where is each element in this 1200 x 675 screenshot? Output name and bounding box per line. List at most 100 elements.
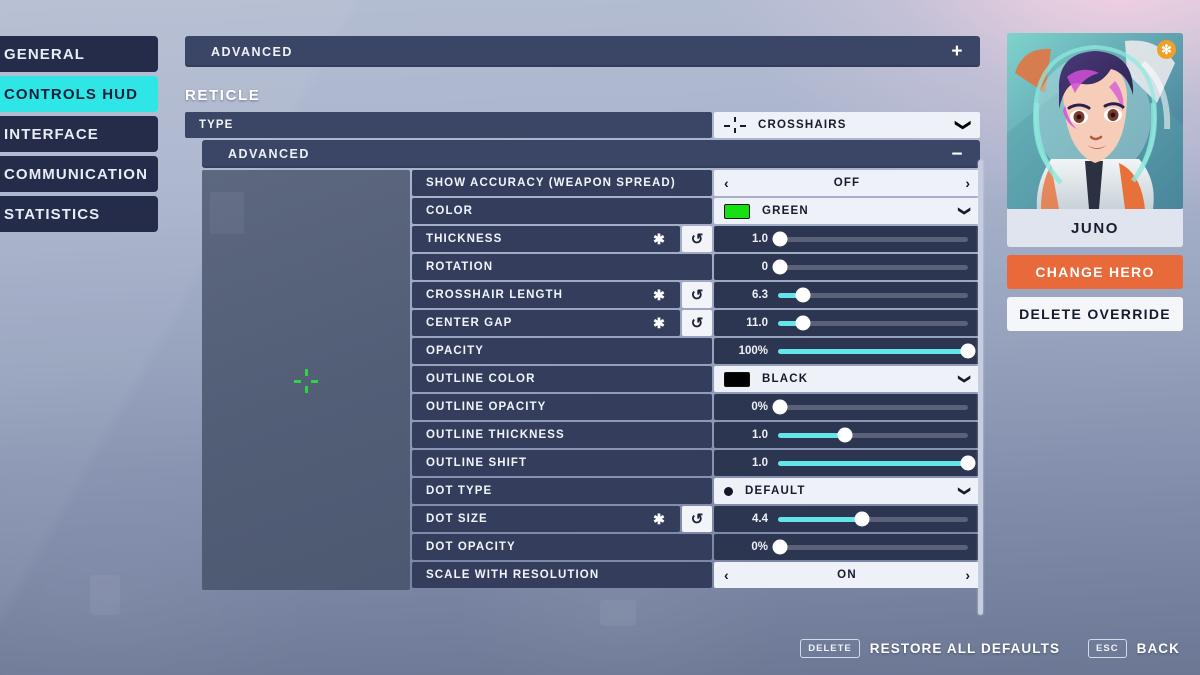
row-dot-size-slider[interactable]: 4.4 bbox=[714, 506, 980, 532]
change-hero-button[interactable]: CHANGE HERO bbox=[1007, 255, 1183, 289]
row-color-dropdown[interactable]: GREEN ❯ bbox=[714, 198, 980, 224]
row-dot-type-dropdown[interactable]: DEFAULT ❯ bbox=[714, 478, 980, 504]
row-show-accuracy-weapon-spread-label: SHOW ACCURACY (WEAPON SPREAD) bbox=[412, 170, 712, 196]
row-outline-shift-slider[interactable]: 1.0 bbox=[714, 450, 980, 476]
row-show-accuracy-weapon-spread-stepper[interactable]: ‹ OFF › bbox=[714, 170, 980, 196]
row-crosshair-length-slider[interactable]: 6.3 bbox=[714, 282, 980, 308]
slider-knob[interactable] bbox=[795, 315, 811, 331]
row-rotation-label: ROTATION bbox=[412, 254, 712, 280]
slider-knob[interactable] bbox=[795, 287, 811, 303]
sidebar-item-communication[interactable]: COMMUNICATION bbox=[0, 156, 158, 192]
sidebar-item-label: STATISTICS bbox=[4, 205, 101, 223]
row-opacity-value: 100% bbox=[738, 345, 768, 357]
row-crosshair-length-value: 6.3 bbox=[752, 289, 768, 301]
sidebar-item-label: INTERFACE bbox=[4, 125, 99, 143]
slider-knob[interactable] bbox=[960, 455, 976, 471]
row-type-value: CROSSHAIRS bbox=[758, 119, 847, 131]
row-label-text: SHOW ACCURACY (WEAPON SPREAD) bbox=[426, 177, 676, 189]
reset-icon[interactable]: ↺ bbox=[682, 506, 712, 532]
slider-knob[interactable] bbox=[772, 399, 788, 415]
slider-knob[interactable] bbox=[960, 343, 976, 359]
slider-track[interactable] bbox=[772, 259, 968, 275]
sidebar-item-general[interactable]: GENERAL bbox=[0, 36, 158, 72]
reset-icon[interactable]: ↺ bbox=[682, 310, 712, 336]
row-crosshair-length[interactable]: CROSSHAIR LENGTH ✱ ↺ 6.3 bbox=[412, 282, 980, 308]
plus-icon[interactable]: + bbox=[951, 42, 964, 61]
scrollbar[interactable] bbox=[978, 160, 983, 615]
row-dot-opacity-slider[interactable]: 0% bbox=[714, 534, 980, 560]
row-rotation-slider[interactable]: 0 bbox=[714, 254, 980, 280]
minus-icon[interactable]: − bbox=[951, 145, 964, 164]
chevron-down-icon[interactable]: ❯ bbox=[958, 374, 972, 384]
row-color[interactable]: COLOR GREEN ❯ bbox=[412, 198, 980, 224]
sidebar-item-interface[interactable]: INTERFACE bbox=[0, 116, 158, 152]
sidebar-item-statistics[interactable]: STATISTICS bbox=[0, 196, 158, 232]
row-thickness[interactable]: THICKNESS ✱ ↺ 1.0 bbox=[412, 226, 980, 252]
slider-track[interactable] bbox=[778, 511, 968, 527]
footer-bar: DELETE RESTORE ALL DEFAULTS ESC BACK bbox=[800, 639, 1180, 658]
slider-knob[interactable] bbox=[772, 231, 788, 247]
sidebar-item-label: COMMUNICATION bbox=[4, 165, 149, 183]
chevron-down-icon[interactable]: ❯ bbox=[958, 486, 972, 496]
slider-knob[interactable] bbox=[837, 427, 852, 443]
row-outline-color-dropdown[interactable]: BLACK ❯ bbox=[714, 366, 980, 392]
slider-track[interactable] bbox=[778, 315, 968, 331]
row-dot-type-label: DOT TYPE bbox=[412, 478, 712, 504]
crosshair-preview bbox=[202, 170, 410, 590]
delete-override-button[interactable]: DELETE OVERRIDE bbox=[1007, 297, 1183, 331]
row-label-text: THICKNESS bbox=[426, 233, 503, 245]
slider-track[interactable] bbox=[778, 287, 968, 303]
row-rotation[interactable]: ROTATION 0 bbox=[412, 254, 980, 280]
row-opacity[interactable]: OPACITY 100% bbox=[412, 338, 980, 364]
slider-knob[interactable] bbox=[772, 539, 788, 555]
row-scale-with-resolution[interactable]: SCALE WITH RESOLUTION ‹ ON › bbox=[412, 562, 980, 588]
advanced-header-bar[interactable]: ADVANCED + bbox=[185, 36, 980, 67]
row-outline-color[interactable]: OUTLINE COLOR BLACK ❯ bbox=[412, 366, 980, 392]
restore-all-defaults-button[interactable]: RESTORE ALL DEFAULTS bbox=[870, 641, 1060, 656]
row-scale-with-resolution-stepper[interactable]: ‹ ON › bbox=[714, 562, 980, 588]
slider-track[interactable] bbox=[772, 399, 968, 415]
slider-track[interactable] bbox=[778, 427, 968, 443]
back-button[interactable]: BACK bbox=[1137, 641, 1180, 656]
row-dot-type[interactable]: DOT TYPE DEFAULT ❯ bbox=[412, 478, 980, 504]
slider-track[interactable] bbox=[778, 343, 976, 359]
reset-icon[interactable]: ↺ bbox=[682, 226, 712, 252]
row-opacity-slider[interactable]: 100% bbox=[714, 338, 980, 364]
slider-knob[interactable] bbox=[854, 511, 870, 527]
slider-track[interactable] bbox=[778, 455, 976, 471]
row-center-gap-slider[interactable]: 11.0 bbox=[714, 310, 980, 336]
row-type-label: TYPE bbox=[185, 112, 712, 138]
row-show-accuracy-weapon-spread-value: OFF bbox=[833, 177, 861, 189]
chevron-right-icon[interactable]: › bbox=[965, 567, 970, 583]
row-outline-thickness[interactable]: OUTLINE THICKNESS 1.0 bbox=[412, 422, 980, 448]
reset-icon[interactable]: ↺ bbox=[682, 282, 712, 308]
row-outline-opacity[interactable]: OUTLINE OPACITY 0% bbox=[412, 394, 980, 420]
row-dot-opacity[interactable]: DOT OPACITY 0% bbox=[412, 534, 980, 560]
row-dot-size-value: 4.4 bbox=[752, 513, 768, 525]
row-outline-shift[interactable]: OUTLINE SHIFT 1.0 bbox=[412, 450, 980, 476]
row-center-gap[interactable]: CENTER GAP ✱ ↺ 11.0 bbox=[412, 310, 980, 336]
row-color-value: GREEN bbox=[762, 205, 809, 217]
chevron-down-icon[interactable]: ❯ bbox=[958, 206, 972, 216]
page-title: RETICLE bbox=[185, 87, 261, 104]
row-outline-opacity-slider[interactable]: 0% bbox=[714, 394, 980, 420]
slider-track[interactable] bbox=[772, 539, 968, 555]
sidebar-item-controls-hud[interactable]: CONTROLS HUD bbox=[0, 76, 158, 112]
row-scale-with-resolution-label: SCALE WITH RESOLUTION bbox=[412, 562, 712, 588]
override-asterisk-icon: ✱ bbox=[653, 510, 666, 527]
row-thickness-slider[interactable]: 1.0 bbox=[714, 226, 980, 252]
chevron-right-icon[interactable]: › bbox=[965, 175, 970, 191]
row-type-dropdown[interactable]: CROSSHAIRS ❯ bbox=[714, 112, 980, 138]
row-show-accuracy-weapon-spread[interactable]: SHOW ACCURACY (WEAPON SPREAD) ‹ OFF › bbox=[412, 170, 980, 196]
row-dot-size[interactable]: DOT SIZE ✱ ↺ 4.4 bbox=[412, 506, 980, 532]
slider-track[interactable] bbox=[772, 231, 968, 247]
bg-blob bbox=[600, 600, 636, 626]
chevron-down-icon[interactable]: ❯ bbox=[953, 118, 973, 131]
slider-knob[interactable] bbox=[772, 259, 788, 275]
delete-key-hint: DELETE bbox=[800, 639, 860, 658]
row-outline-thickness-slider[interactable]: 1.0 bbox=[714, 422, 980, 448]
color-swatch bbox=[724, 203, 750, 219]
row-type[interactable]: TYPE CROSSHAIRS ❯ bbox=[185, 112, 980, 138]
advanced-subsection-bar[interactable]: ADVANCED − bbox=[202, 140, 980, 168]
row-label-text: OUTLINE SHIFT bbox=[426, 457, 528, 469]
